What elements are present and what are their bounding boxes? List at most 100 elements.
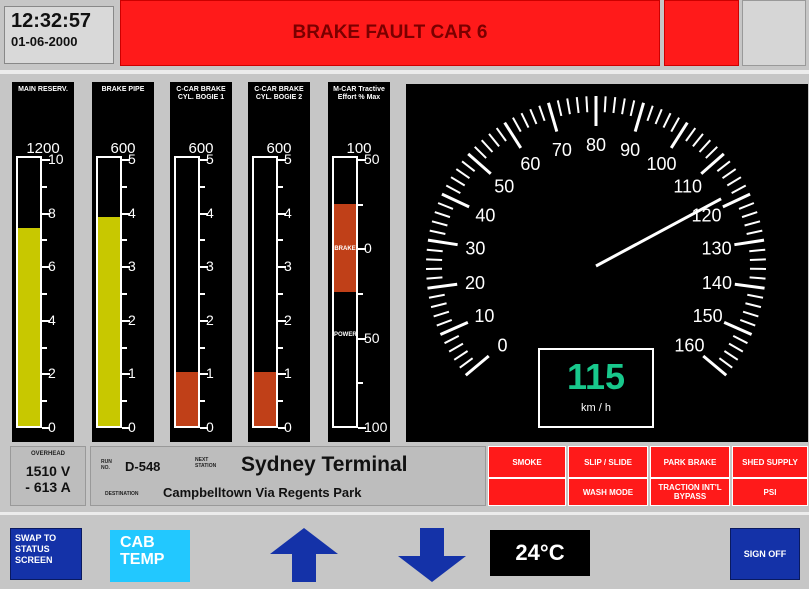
gauge-minor-tick [122,186,127,188]
gauge-label: 10 [48,151,64,167]
speed-tick [426,277,442,278]
gauge-minor-tick [278,347,283,349]
gauge-label: 4 [48,312,56,328]
speed-tick [706,147,717,158]
speed-tick [686,128,695,141]
speed-tick [693,134,703,146]
cab-temp-button[interactable]: CAB TEMP [110,530,190,582]
power-label: POWER [334,332,356,338]
speed-tick [613,97,615,113]
gauge-tube [16,156,42,428]
swap-status-button[interactable]: SWAP TO STATUS SCREEN [10,528,82,580]
speed-tick [442,194,469,207]
traction-bypass-button[interactable]: TRACTION INT'L BYPASS [650,478,730,506]
speed-tick [475,147,486,158]
speed-label: 140 [702,273,732,293]
park-brake-button[interactable]: PARK BRAKE [650,446,730,478]
next-station-label: NEXT STATION [195,457,217,469]
next-station: Sydney Terminal [241,453,408,477]
speed-tick [635,103,643,132]
speed-label: 40 [475,205,495,225]
speed-tick [426,259,442,260]
speed-tick [445,336,459,343]
gauge-max: 600 [170,140,232,157]
speed-tick [729,344,743,352]
arrow-up-icon[interactable] [268,526,340,584]
speed-tick [577,97,579,113]
gauge-label: 4 [128,205,136,221]
shed-supply-button[interactable]: SHED SUPPLY [732,446,808,478]
speed-tick [437,320,452,326]
gauge: MAIN RESERV.12001086420 [12,82,74,442]
speed-tick [740,320,755,326]
speed-tick [449,344,463,352]
speed-tick [460,358,473,368]
gauge-label: 0 [48,419,56,435]
speed-tick [586,96,587,112]
gauge-tube [96,156,122,428]
alarm-button-empty[interactable] [488,478,566,506]
speed-tick [466,356,489,375]
speed-label: 30 [465,238,485,258]
alarm-banner[interactable]: BRAKE FAULT CAR 6 [120,0,660,66]
speed-tick [747,295,763,298]
gauge-minor-tick [200,400,205,402]
speed-tick [468,154,491,174]
speed-label: 80 [586,135,606,155]
gauge-title: C-CAR BRAKE CYL. BOGIE 1 [170,86,232,102]
gauge-minor-tick [278,186,283,188]
speed-tick [739,203,754,209]
gauge-label: 2 [284,312,292,328]
brake-label: BRAKE [334,246,356,252]
gauge-minor-tick [278,400,283,402]
speed-label: 60 [520,154,540,174]
speed-tick [719,358,732,368]
gauge-label: 2 [206,312,214,328]
speed-tick [723,169,736,178]
arrow-down-icon[interactable] [396,526,468,584]
speed-tick [727,177,741,185]
gauge-minor-tick [42,293,47,295]
gauge-label: 4 [284,205,292,221]
clock-panel: 12:32:57 01-06-2000 [4,6,114,64]
smoke-button[interactable]: SMOKE [488,446,566,478]
gauge: BRAKE PIPE600543210 [92,82,154,442]
gauge-title: MAIN RESERV. [12,86,74,94]
gauge: C-CAR BRAKE CYL. BOGIE 1600543210 [170,82,232,442]
speed-tick [539,106,544,121]
gauge-minor-tick [42,186,47,188]
gauge-minor-tick [358,382,363,384]
slip-slide-button[interactable]: SLIP / SLIDE [568,446,648,478]
speed-tick [427,284,457,288]
speed-tick [750,259,766,260]
speed-label: 120 [692,205,722,225]
gauge-minor-tick [122,400,127,402]
gauge-minor-tick [358,204,363,206]
sign-off-button[interactable]: SIGN OFF [730,528,800,580]
gauge-label: 50 [364,330,380,346]
speed-label: 50 [494,177,514,197]
psi-button[interactable]: PSI [732,478,808,506]
gauge-tube: BRAKE POWER [332,156,358,428]
speed-tick [631,100,635,116]
speed-unit: km / h [540,402,652,414]
gauge-label: 3 [206,258,214,274]
gauge-label: 0 [284,419,292,435]
speed-tick [435,212,450,217]
speed-tick [749,250,765,252]
gauge-minor-tick [200,293,205,295]
speed-tick [703,356,726,375]
gauge-minor-tick [278,239,283,241]
gauge-minor-tick [42,347,47,349]
digital-speed-box: 115 km / h [538,348,654,428]
run-no: D-548 [125,459,160,474]
speed-tick [462,161,475,171]
gauge-label: 3 [284,258,292,274]
speed-tick [428,240,458,245]
gauge-label: 0 [206,419,214,435]
wash-mode-button[interactable]: WASH MODE [568,478,648,506]
gauge: M-CAR Tractive Effort % Max100BRAKEPOWER… [328,82,390,442]
gauge-label: 3 [128,258,136,274]
gauge-max: 600 [248,140,310,157]
speed-tick [723,194,750,207]
